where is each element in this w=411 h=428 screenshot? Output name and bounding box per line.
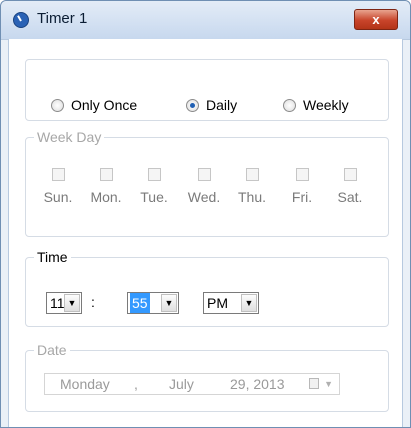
- day-friday[interactable]: Fri.: [278, 168, 326, 205]
- timer-dialog: Timer 1 x Only Once Daily Weekly Week Da…: [0, 0, 411, 428]
- day-wednesday[interactable]: Wed.: [180, 168, 228, 205]
- checkbox[interactable]: [343, 168, 357, 181]
- chevron-down-icon[interactable]: ▼: [324, 374, 333, 394]
- day-tuesday[interactable]: Tue.: [130, 168, 178, 205]
- chevron-down-icon[interactable]: ▼: [64, 294, 80, 312]
- day-label: Wed.: [187, 189, 221, 205]
- day-monday[interactable]: Mon.: [82, 168, 130, 205]
- minute-select[interactable]: 55 ▼: [127, 292, 179, 314]
- radio-label-weekly: Weekly: [303, 97, 349, 113]
- weekday-group: Week Day Sun. Mon. Tue. Wed. Thu. Fri. S…: [25, 129, 389, 237]
- checkbox[interactable]: [99, 168, 113, 181]
- radio-button[interactable]: [51, 98, 64, 112]
- checkbox[interactable]: [295, 168, 309, 181]
- title-bar[interactable]: Timer 1 x: [1, 1, 410, 40]
- date-day-year: 29, 2013: [230, 376, 285, 392]
- radio-label-daily: Daily: [206, 97, 238, 113]
- ampm-select[interactable]: PM ▼: [203, 292, 259, 314]
- radio-only-once[interactable]: Only Once: [51, 97, 137, 113]
- checkbox[interactable]: [197, 168, 211, 181]
- date-comma: ,: [134, 376, 138, 392]
- day-label: Sun.: [43, 189, 73, 205]
- date-picker[interactable]: Monday , July 29, 2013 ▼: [44, 373, 340, 395]
- chevron-down-icon[interactable]: ▼: [161, 294, 177, 312]
- date-group: Date Monday , July 29, 2013 ▼: [25, 342, 389, 412]
- close-button[interactable]: x: [354, 9, 398, 30]
- day-thursday[interactable]: Thu.: [228, 168, 276, 205]
- time-legend: Time: [34, 249, 71, 265]
- time-separator: :: [91, 294, 95, 310]
- day-label: Fri.: [291, 189, 313, 205]
- day-saturday[interactable]: Sat.: [326, 168, 374, 205]
- chevron-down-icon[interactable]: ▼: [241, 294, 257, 312]
- hour-value: 11: [50, 295, 65, 311]
- radio-daily[interactable]: Daily: [186, 97, 237, 113]
- checkbox[interactable]: [51, 168, 65, 181]
- checkbox[interactable]: [245, 168, 259, 181]
- radio-label-only-once: Only Once: [71, 97, 138, 113]
- minute-value: 55: [130, 293, 150, 313]
- date-legend: Date: [34, 342, 70, 358]
- window-title: Timer 1: [37, 10, 88, 27]
- checkbox[interactable]: [147, 168, 161, 181]
- radio-button-checked[interactable]: [186, 98, 199, 112]
- dialog-body: Only Once Daily Weekly Week Day Sun. Mon…: [8, 39, 403, 427]
- weekday-legend: Week Day: [34, 129, 105, 145]
- time-group: Time 11 ▼ : 55 ▼ PM ▼: [25, 249, 389, 327]
- day-label: Sat.: [337, 189, 363, 205]
- radio-button[interactable]: [283, 98, 296, 112]
- clock-icon: [13, 12, 29, 28]
- date-month: July: [169, 376, 194, 392]
- day-label: Tue.: [140, 189, 168, 205]
- calendar-icon[interactable]: [309, 378, 319, 389]
- day-label: Thu.: [237, 189, 266, 205]
- day-sunday[interactable]: Sun.: [34, 168, 82, 205]
- hour-select[interactable]: 11 ▼: [46, 292, 82, 314]
- frequency-group: Only Once Daily Weekly: [25, 59, 389, 121]
- frequency-options: Only Once Daily Weekly: [51, 97, 378, 117]
- radio-weekly[interactable]: Weekly: [283, 97, 349, 113]
- date-weekday: Monday: [60, 376, 110, 392]
- ampm-value: PM: [207, 295, 228, 311]
- day-label: Mon.: [90, 189, 122, 205]
- weekday-checkboxes: Sun. Mon. Tue. Wed. Thu. Fri. Sat.: [34, 168, 380, 228]
